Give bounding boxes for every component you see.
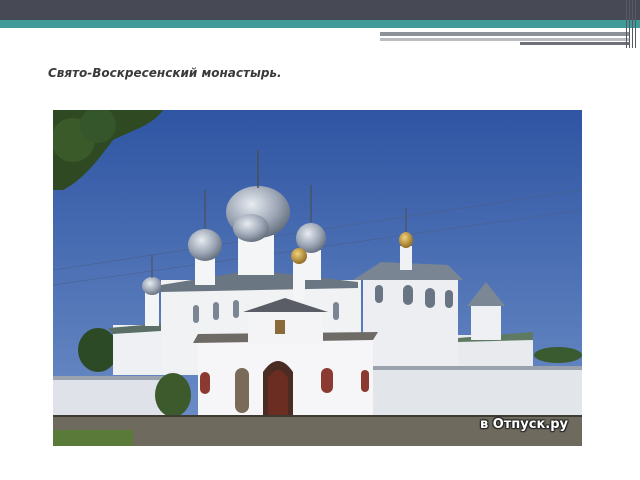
header-dark-band <box>0 0 640 20</box>
header-teal-band <box>0 20 640 28</box>
header-grey-line <box>380 32 630 36</box>
corner-decoration <box>626 0 636 48</box>
header-grey-line-short <box>520 42 630 45</box>
slide-title: Свято-Воскресенский монастырь. <box>48 66 282 80</box>
header-grey-line-light <box>380 38 630 41</box>
monastery-photo: в Отпуск.ру <box>53 110 582 446</box>
watermark-text: в Отпуск.ру <box>479 417 568 432</box>
